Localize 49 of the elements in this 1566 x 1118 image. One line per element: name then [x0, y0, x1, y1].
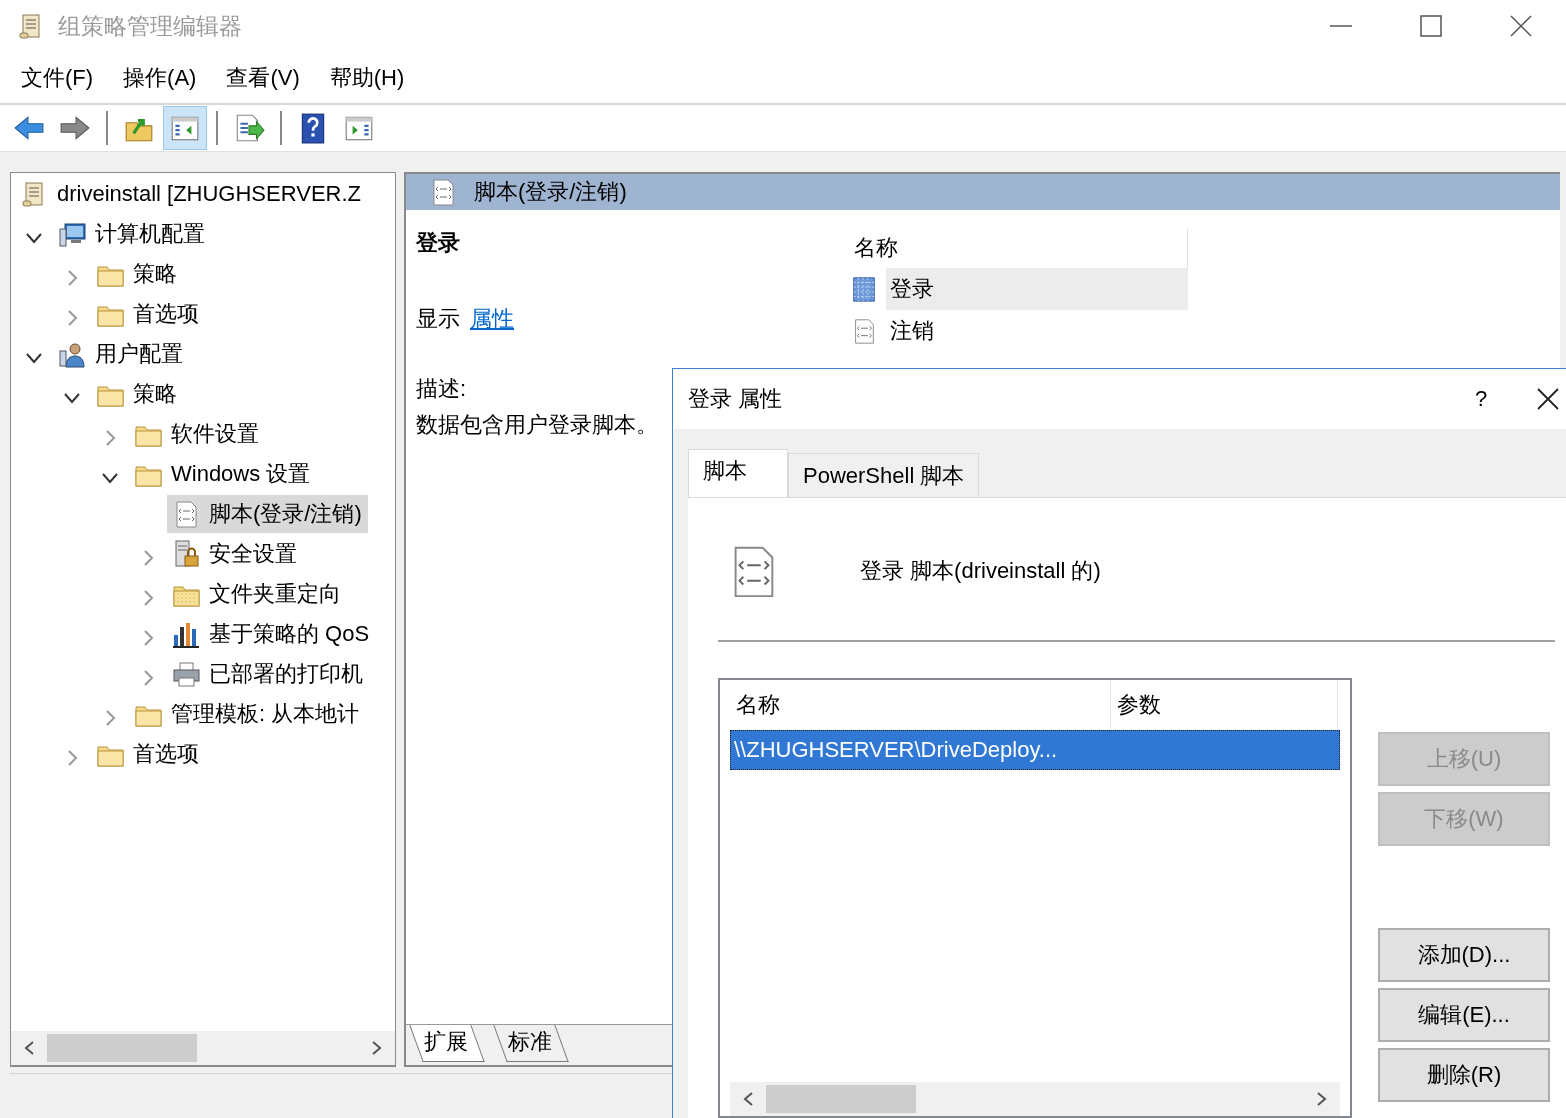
- maximize-icon: [1420, 15, 1442, 37]
- script-row[interactable]: \\ZHUGHSERVER\DriveDeploy...: [730, 730, 1340, 770]
- tree-item[interactable]: 软件设置: [129, 415, 265, 453]
- dialog-button[interactable]: 删除(R): [1378, 1048, 1550, 1102]
- window-title: 组策略管理编辑器: [58, 11, 242, 41]
- tree-item[interactable]: 策略: [91, 375, 183, 413]
- menu-item[interactable]: 文件(F): [6, 58, 109, 97]
- tree-item[interactable]: 首选项: [91, 295, 205, 333]
- tree-item[interactable]: 脚本(登录/注销): [167, 495, 368, 533]
- tree-item[interactable]: Windows 设置: [129, 455, 317, 493]
- menu-item[interactable]: 帮助(H): [314, 58, 420, 97]
- dialog-button[interactable]: 编辑(E)...: [1378, 988, 1550, 1042]
- dialog-button[interactable]: 添加(D)...: [1378, 928, 1550, 982]
- tree-item[interactable]: 已部署的打印机: [167, 655, 369, 693]
- tree-item[interactable]: 首选项: [91, 735, 205, 773]
- tree-item[interactable]: 计算机配置: [53, 215, 211, 253]
- checkered-square-icon: [850, 275, 878, 303]
- menu-item[interactable]: 操作(A): [108, 58, 212, 97]
- tree-item[interactable]: 策略: [91, 255, 183, 293]
- close-icon: [1510, 15, 1532, 37]
- menu-item[interactable]: 查看(V): [211, 58, 315, 97]
- description-label: 描述:: [416, 375, 467, 403]
- tree-item[interactable]: driveinstall [ZHUGHSERVER.Z: [15, 175, 367, 213]
- minimize-icon: [1330, 25, 1352, 27]
- description-text: 数据包含用户登录脚本。: [416, 411, 658, 439]
- show-tree-button[interactable]: [163, 106, 207, 150]
- close-button[interactable]: [1537, 388, 1559, 410]
- script-heading: 登录 脚本(driveinstall 的): [860, 557, 1101, 585]
- item-heading: 登录: [416, 229, 460, 257]
- tree-item[interactable]: 基于策略的 QoS: [167, 615, 376, 653]
- tree-item[interactable]: 文件夹重定向: [167, 575, 347, 613]
- pane-title: 脚本(登录/注销): [474, 178, 627, 206]
- help-button[interactable]: ?: [1451, 386, 1511, 412]
- tree-item[interactable]: 安全设置: [167, 535, 303, 573]
- horizontal-scrollbar[interactable]: [730, 1082, 1340, 1116]
- dialog-tab[interactable]: 脚本: [688, 449, 788, 497]
- printer-icon: [171, 659, 201, 689]
- close-icon: [1537, 388, 1559, 410]
- horizontal-scrollbar[interactable]: [11, 1031, 395, 1066]
- list-item[interactable]: 注销: [886, 310, 1188, 352]
- dialog-title: 登录 属性: [688, 385, 783, 413]
- properties-link[interactable]: 属性: [470, 304, 514, 334]
- list-item[interactable]: 登录: [886, 268, 1188, 310]
- view-tab[interactable]: 扩展: [409, 1025, 485, 1063]
- tree-item[interactable]: 用户配置: [53, 335, 189, 373]
- tree-item[interactable]: 管理模板: 从本地计: [129, 695, 366, 733]
- dialog-tab[interactable]: PowerShell 脚本: [788, 453, 980, 497]
- view-tab[interactable]: 标准: [493, 1025, 569, 1063]
- show-label: 显示: [416, 305, 460, 333]
